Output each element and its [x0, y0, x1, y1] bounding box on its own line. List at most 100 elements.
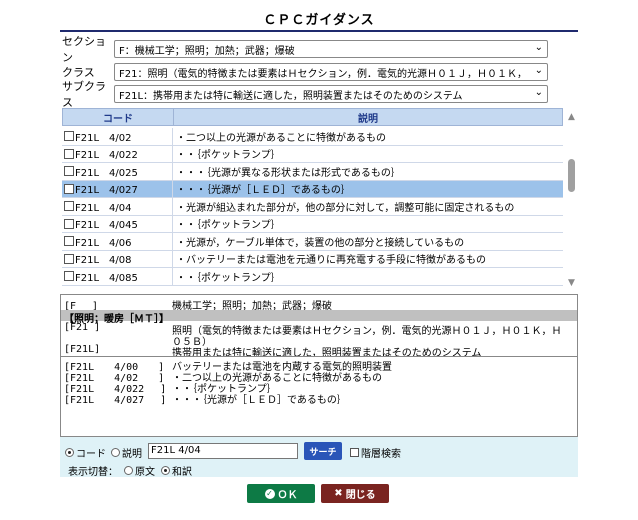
subclass-row: サブクラス F21L：携帯用または特に輸送に適した，照明装置またはそのためのシス…: [62, 80, 548, 109]
row-checkbox[interactable]: [64, 183, 74, 194]
search-button[interactable]: サーチ: [304, 442, 342, 460]
radio-code-option[interactable]: コード: [65, 445, 106, 460]
hierarchy-search-label: 階層検索: [361, 449, 401, 460]
row-description: ・・・｛光源が［ＬＥＤ］であるもの｝: [176, 185, 351, 197]
row-code: F21L 4/02: [75, 132, 132, 144]
check-circle-icon: ✓: [264, 488, 275, 499]
row-checkbox[interactable]: [64, 131, 74, 142]
hierarchy-search-checkbox[interactable]: [350, 448, 359, 457]
scrollbar-thumb[interactable]: [568, 159, 575, 192]
row-description: ・・｛ポケットランプ｝: [176, 220, 281, 232]
table-body: F21L 4/02 ・二つ以上の光源があることに特徴があるもの F21L 4/022…: [62, 128, 563, 286]
hierarchy-detail-panel: [F ] 機械工学；照明；加熱；武器；爆破 【照明；暖房［ＭＴ］】 [F21 ]…: [60, 294, 578, 437]
row-checkbox[interactable]: [64, 236, 74, 247]
search-input[interactable]: F21L 4/04: [148, 443, 298, 459]
page-title: ＣＰＣガイダンス: [263, 13, 375, 28]
row-code: F21L 4/06: [75, 237, 132, 249]
subclass-label: サブクラス: [62, 80, 106, 109]
radio-desc-label: 説明: [122, 449, 142, 460]
section-value: F：機械工学；照明；加熱；武器；爆破: [119, 45, 295, 57]
row-checkbox[interactable]: [64, 148, 74, 159]
table-row[interactable]: F21L 4/025 ・・・｛光源が異なる形状または形式であるもの｝: [62, 163, 563, 181]
row-description: ・二つ以上の光源があることに特徴があるもの: [176, 132, 386, 144]
class-select[interactable]: F21：照明（電気的特徴または要素はＨセクション，例．電気的光源Ｈ０１Ｊ，Ｈ０１…: [114, 63, 548, 81]
detail-item-text: ・・・｛光源が［ＬＥＤ］であるもの｝: [172, 395, 347, 406]
row-code-cell: F21L 4/06: [62, 233, 173, 250]
table-row[interactable]: F21L 4/02 ・二つ以上の光源があることに特徴があるもの: [62, 128, 563, 146]
row-code: F21L 4/045: [75, 220, 138, 232]
row-description: ・バッテリーまたは電池を元通りに再充電する手段に特徴があるもの: [176, 255, 486, 267]
class-row: クラス F21：照明（電気的特徴または要素はＨセクション，例．電気的光源Ｈ０１Ｊ…: [62, 63, 548, 81]
section-row: セクション F：機械工学；照明；加熱；武器；爆破 ⌄: [62, 35, 548, 64]
table-row[interactable]: F21L 4/08 ・バッテリーまたは電池を元通りに再充電する手段に特徴があるもの: [62, 250, 563, 268]
hierarchy-search-option[interactable]: 階層検索: [350, 445, 401, 460]
search-panel: コード 説明 F21L 4/04 サーチ 階層検索 表示切替： 原文 和訳: [60, 437, 578, 478]
row-checkbox[interactable]: [64, 201, 74, 212]
row-code: F21L 4/085: [75, 272, 138, 284]
row-code-cell: F21L 4/02: [62, 128, 173, 145]
row-description: ・光源が組込まれた部分が，他の部分に対して，調整可能に固定されるもの: [176, 202, 515, 214]
detail-code: [F21 ]: [64, 322, 101, 333]
radio-code[interactable]: [65, 448, 74, 457]
radio-code-label: コード: [76, 449, 106, 460]
row-checkbox[interactable]: [64, 166, 74, 177]
section-label: セクション: [62, 35, 106, 64]
row-code-cell: F21L 4/085: [62, 268, 173, 285]
table-row[interactable]: F21L 4/022 ・・｛ポケットランプ｝: [62, 145, 563, 163]
table-scrollbar[interactable]: ▲ ▼: [565, 108, 578, 290]
code-table: コード 説明 F21L 4/02 ・二つ以上の光源があることに特徴があるもの F21…: [62, 108, 578, 290]
row-code-cell: F21L 4/022: [62, 145, 173, 162]
row-description: ・・｛ポケットランプ｝: [176, 150, 281, 162]
display-toggle-label: 表示切替：: [68, 467, 118, 478]
row-code-cell: F21L 4/04: [62, 198, 173, 215]
row-checkbox[interactable]: [64, 218, 74, 229]
row-code-cell: F21L 4/025: [62, 163, 173, 180]
row-code: F21L 4/027: [75, 185, 138, 197]
row-checkbox[interactable]: [64, 271, 74, 282]
radio-original-label: 原文: [135, 467, 155, 478]
row-code: F21L 4/025: [75, 167, 138, 179]
radio-translated-label: 和訳: [172, 467, 192, 478]
scroll-up-icon[interactable]: ▲: [566, 112, 577, 122]
table-header: コード 説明: [62, 108, 563, 126]
display-toggle: 表示切替： 原文 和訳: [68, 463, 192, 478]
close-button[interactable]: ✖ 閉じる: [321, 484, 389, 503]
row-code-cell: F21L 4/08: [62, 250, 173, 267]
detail-item-code: [F21L 4/027 ]: [64, 395, 167, 406]
detail-code: [F21L]: [64, 344, 101, 355]
row-code: F21L 4/022: [75, 150, 138, 162]
table-row[interactable]: F21L 4/04 ・光源が組込まれた部分が，他の部分に対して，調整可能に固定され…: [62, 198, 563, 216]
scroll-down-icon[interactable]: ▼: [566, 278, 577, 288]
title-divider: [60, 30, 578, 32]
table-row[interactable]: F21L 4/045 ・・｛ポケットランプ｝: [62, 215, 563, 233]
column-header-code[interactable]: コード: [63, 109, 174, 125]
table-row[interactable]: F21L 4/06 ・光源が，ケーブル単体で，装置の他の部分と接続しているもの: [62, 233, 563, 251]
radio-description[interactable]: [111, 448, 120, 457]
detail-text: 照明（電気的特徴または要素はＨセクション，例．電気的光源Ｈ０１Ｊ，Ｈ０１Ｋ，Ｈ: [172, 326, 562, 337]
row-checkbox[interactable]: [64, 253, 74, 264]
row-description: ・・｛ポケットランプ｝: [176, 272, 281, 284]
class-value: F21：照明（電気的特徴または要素はＨセクション，例．電気的光源Ｈ０１Ｊ，Ｈ０１…: [119, 68, 529, 80]
detail-divider: [61, 356, 577, 357]
section-select[interactable]: F：機械工学；照明；加熱；武器；爆破 ⌄: [114, 40, 548, 58]
row-description: ・・・｛光源が異なる形状または形式であるもの｝: [176, 167, 401, 179]
radio-desc-option[interactable]: 説明: [111, 445, 142, 460]
row-code-cell: F21L 4/045: [62, 215, 173, 232]
close-icon: ✖: [334, 488, 343, 499]
subclass-value: F21L：携帯用または特に輸送に適した，照明装置またはそのためのシステム: [119, 90, 463, 102]
ok-button[interactable]: ✓ ＯＫ: [247, 484, 315, 503]
table-row[interactable]: F21L 4/027 ・・・｛光源が［ＬＥＤ］であるもの｝: [62, 180, 563, 198]
radio-original[interactable]: [124, 466, 133, 475]
radio-translated[interactable]: [161, 466, 170, 475]
chevron-down-icon: ⌄: [534, 42, 543, 53]
row-code: F21L 4/04: [75, 202, 132, 214]
table-row[interactable]: F21L 4/085 ・・｛ポケットランプ｝: [62, 268, 563, 286]
ok-label: ＯＫ: [277, 490, 298, 501]
chevron-down-icon: ⌄: [534, 65, 543, 76]
close-label: 閉じる: [345, 490, 376, 501]
chevron-down-icon: ⌄: [534, 87, 543, 98]
row-code-cell: F21L 4/027: [62, 180, 173, 197]
column-header-description[interactable]: 説明: [174, 109, 562, 125]
row-code: F21L 4/08: [75, 255, 132, 267]
subclass-select[interactable]: F21L：携帯用または特に輸送に適した，照明装置またはそのためのシステム ⌄: [114, 85, 548, 103]
